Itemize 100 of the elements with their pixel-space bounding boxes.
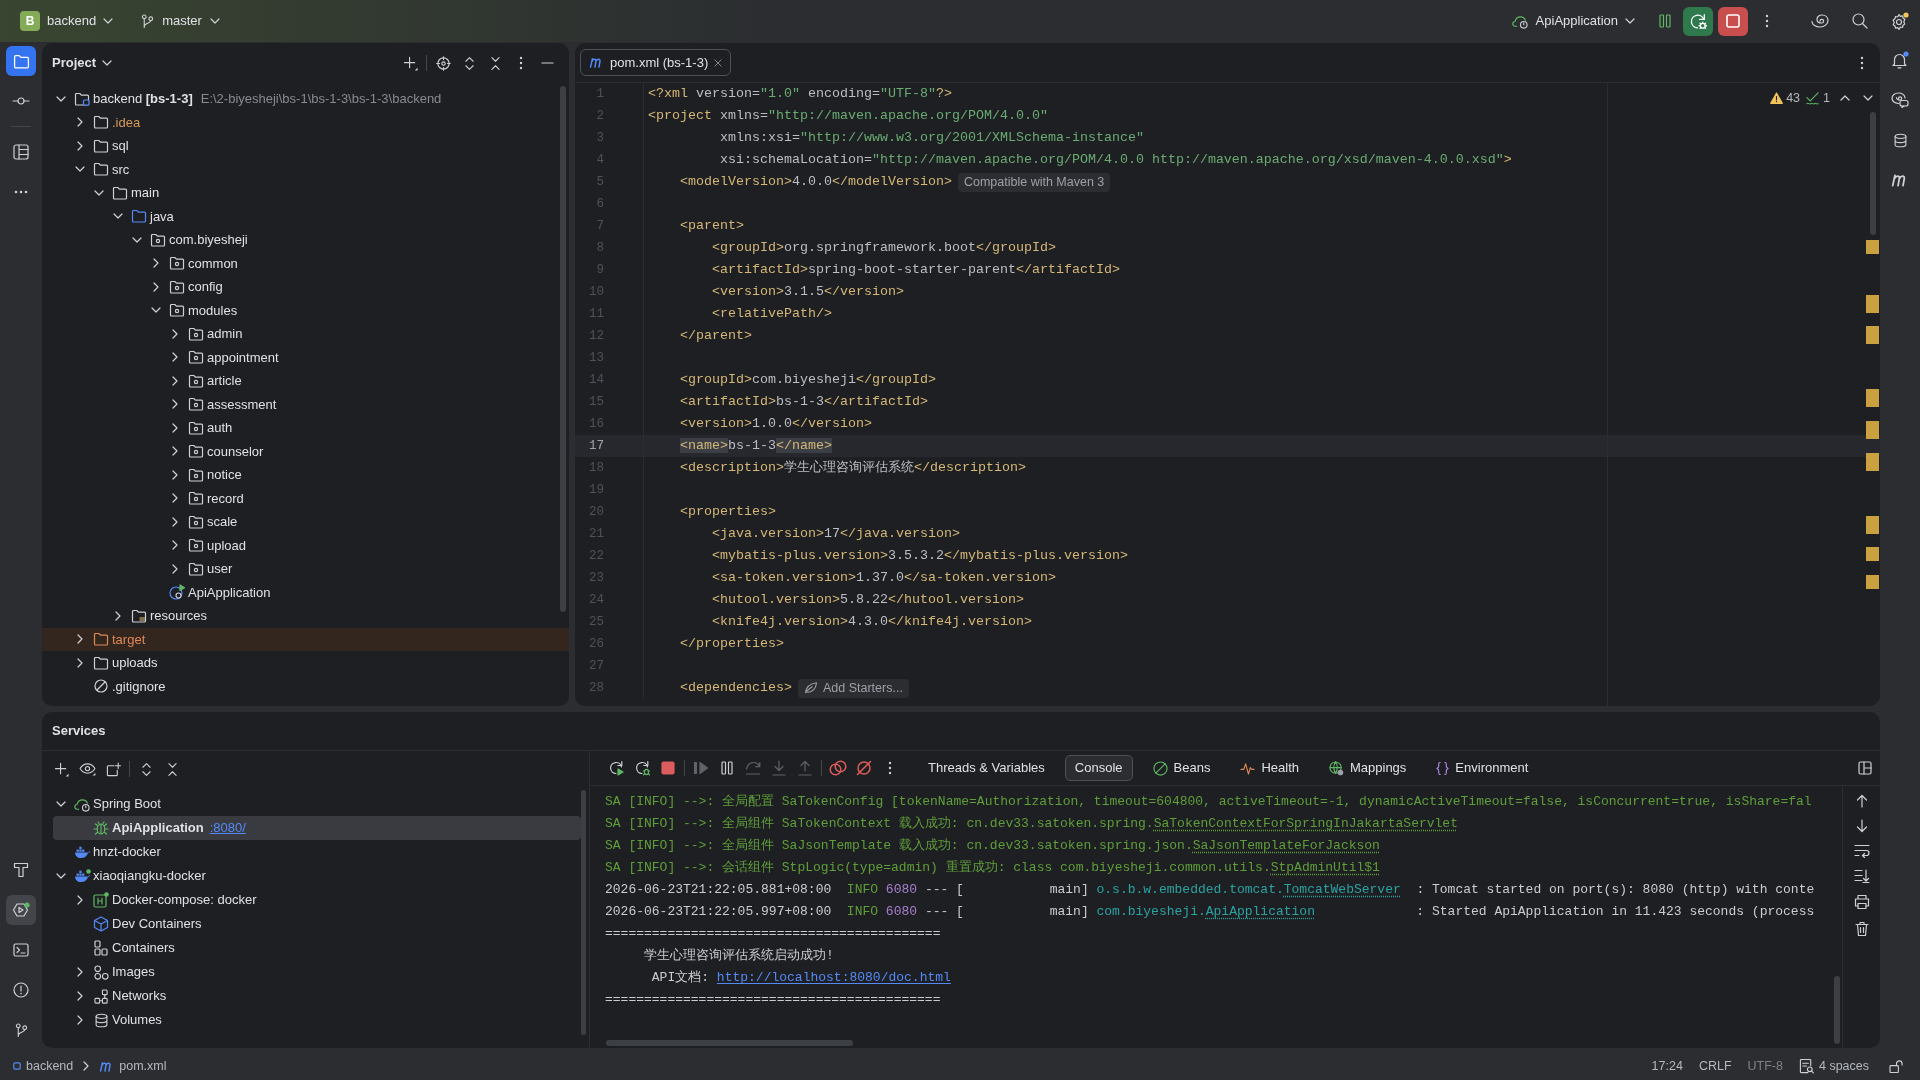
tree-item[interactable]: notice: [169, 465, 242, 485]
class-link[interactable]: ApiApplication: [1205, 904, 1315, 920]
chevron-right-icon[interactable]: [172, 328, 178, 339]
branch-switcher[interactable]: master: [135, 7, 226, 35]
chevron-down-icon[interactable]: [151, 307, 161, 314]
chevron-right-icon[interactable]: [172, 516, 178, 527]
chevron-right-icon[interactable]: [77, 117, 83, 128]
tree-item[interactable]: counselor: [169, 441, 264, 461]
settings-icon[interactable]: [1891, 12, 1909, 30]
class-link[interactable]: TomcatWebServer: [1283, 882, 1401, 898]
tree-item[interactable]: user: [169, 559, 233, 579]
tree-item[interactable]: article: [169, 371, 242, 391]
double-circle-icon[interactable]: [829, 760, 847, 776]
tree-item[interactable]: admin: [169, 324, 243, 344]
tree-item[interactable]: scale: [169, 512, 238, 532]
tree-item[interactable]: Images: [74, 962, 155, 982]
tree-item[interactable]: Spring Boot: [55, 794, 161, 814]
tool-window-button[interactable]: [6, 895, 36, 925]
chevron-right-icon[interactable]: [172, 469, 178, 480]
structure-icon[interactable]: [13, 144, 29, 160]
add-icon[interactable]: [53, 761, 69, 777]
status-widget[interactable]: 17:24: [1651, 1056, 1683, 1076]
panel-tab[interactable]: Mappings: [1319, 755, 1417, 781]
tree-item[interactable]: xiaoqiangku-docker: [55, 866, 206, 886]
expand-all-icon[interactable]: [141, 761, 151, 777]
tree-item[interactable]: record: [169, 488, 244, 508]
run-configuration-selector[interactable]: ApiApplication: [1505, 7, 1641, 35]
tree-item[interactable]: auth: [169, 418, 233, 438]
collapse-all-icon[interactable]: [490, 55, 500, 71]
chevron-right-icon[interactable]: [77, 1015, 83, 1025]
soft-wrap-icon[interactable]: [1853, 844, 1870, 858]
tree-item[interactable]: java: [112, 206, 174, 226]
scrollbar[interactable]: [560, 86, 566, 612]
more-vertical-icon[interactable]: [519, 56, 523, 70]
tree-item[interactable]: hnzt-docker: [55, 842, 161, 862]
tree-item[interactable]: .gitignore: [74, 676, 166, 696]
chevron-down-icon[interactable]: [75, 166, 85, 173]
chevron-right-icon[interactable]: [77, 657, 83, 668]
breadcrumb[interactable]: backend: [13, 1056, 74, 1076]
arrow-up-icon[interactable]: [1855, 794, 1868, 808]
tree-item[interactable]: backend [bs-1-3] E:\2-biyesheji\bs-1\bs-1-3\bs-1-3\backend: [55, 89, 442, 109]
tree-item[interactable]: appointment: [169, 347, 279, 367]
collapse-all-icon[interactable]: [167, 761, 177, 777]
scroll-to-end-icon[interactable]: [1853, 869, 1870, 883]
chevron-down-icon[interactable]: [1863, 95, 1873, 102]
chevron-right-icon[interactable]: [153, 281, 159, 292]
editor-tab[interactable]: pom.xml (bs-1-3): [580, 49, 732, 76]
project-switcher[interactable]: B backend: [14, 7, 120, 35]
terminal-icon[interactable]: [13, 943, 29, 957]
tree-item[interactable]: Docker-compose: docker: [74, 890, 257, 910]
arrow-down-icon[interactable]: [1855, 819, 1868, 833]
more-vertical-icon[interactable]: [1765, 14, 1769, 28]
add-icon[interactable]: [402, 55, 418, 71]
scrollbar[interactable]: [581, 790, 586, 1035]
rerun-icon[interactable]: [608, 760, 624, 776]
tree-item[interactable]: Dev Containers: [74, 914, 202, 934]
status-widget[interactable]: CRLF: [1698, 1056, 1732, 1076]
layout-icon[interactable]: [1858, 761, 1872, 775]
panel-title[interactable]: Project: [52, 53, 113, 73]
warning-count[interactable]: 43: [1786, 89, 1801, 108]
tree-item[interactable]: src: [74, 159, 130, 179]
bell-icon[interactable]: [1891, 51, 1909, 69]
check-count[interactable]: 1: [1823, 89, 1830, 108]
scrollbar[interactable]: [1870, 112, 1876, 235]
class-link[interactable]: SaJsonTemplateForJackson: [1192, 838, 1380, 854]
database-icon[interactable]: [1893, 132, 1907, 148]
class-link[interactable]: SaTokenContextForSpringInJakartaServlet: [1153, 816, 1458, 832]
chevron-right-icon[interactable]: [77, 967, 83, 977]
branch-icon[interactable]: [14, 1022, 28, 1038]
spiral-icon[interactable]: [1811, 14, 1829, 28]
locate-icon[interactable]: [435, 55, 451, 71]
tree-item[interactable]: sql: [74, 136, 129, 156]
chevron-right-icon[interactable]: [77, 140, 83, 151]
more-vertical-icon[interactable]: [1860, 55, 1864, 70]
tree-item[interactable]: Volumes: [74, 1010, 162, 1030]
chevron-right-icon[interactable]: [172, 399, 178, 410]
chevron-right-icon[interactable]: [172, 540, 178, 551]
chevron-down-icon[interactable]: [56, 801, 66, 807]
tree-item[interactable]: .idea: [74, 112, 141, 132]
chevron-right-icon[interactable]: [172, 493, 178, 504]
panel-tab[interactable]: Health: [1230, 755, 1309, 781]
stop-button[interactable]: [1718, 6, 1748, 36]
trash-icon[interactable]: [1854, 921, 1869, 937]
close-icon[interactable]: [714, 58, 723, 67]
chevron-right-icon[interactable]: [153, 258, 159, 269]
tree-item[interactable]: Networks: [74, 986, 167, 1006]
chevron-down-icon[interactable]: [113, 213, 123, 220]
minimize-icon[interactable]: [540, 62, 554, 64]
rerun-debug-icon[interactable]: [634, 760, 650, 776]
tree-item[interactable]: modules: [150, 300, 238, 320]
chevron-right-icon[interactable]: [172, 375, 178, 386]
chevron-down-icon[interactable]: [56, 873, 66, 879]
class-link[interactable]: StpAdminUtil$1: [1270, 860, 1380, 876]
chevron-right-icon[interactable]: [172, 446, 178, 457]
tree-item[interactable]: Containers: [74, 938, 175, 958]
chat-spiral-icon[interactable]: [1891, 92, 1909, 108]
chevron-right-icon[interactable]: [77, 895, 83, 905]
rerun-debug-button[interactable]: [1683, 6, 1713, 36]
tree-item[interactable]: com.biyesheji: [131, 230, 248, 250]
status-widget[interactable]: 4 spaces: [1798, 1056, 1869, 1076]
